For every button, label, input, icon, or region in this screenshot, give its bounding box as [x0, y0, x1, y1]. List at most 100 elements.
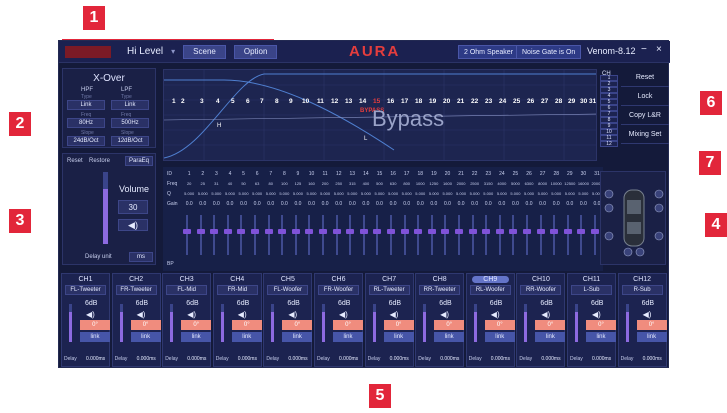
phase-button[interactable]: 0° [434, 320, 465, 330]
eq-band-label[interactable]: 18 [415, 98, 422, 105]
phase-button[interactable]: 0° [181, 320, 212, 330]
eq-q-cell[interactable]: 5.000 [237, 191, 251, 196]
eq-gain-fader[interactable] [550, 215, 559, 255]
eq-q-cell[interactable]: 5.000 [291, 191, 305, 196]
eq-q-cell[interactable]: 5.000 [495, 191, 509, 196]
channel-name[interactable]: CH4 [214, 276, 261, 283]
link-button[interactable]: link [231, 332, 262, 342]
eq-q-cell[interactable]: 5.000 [536, 191, 550, 196]
speaker-type-select[interactable]: FR-Tweeter [115, 285, 157, 295]
eq-gain-fader[interactable] [523, 215, 531, 255]
eq-gain-cell[interactable]: 0.0 [468, 201, 482, 207]
option-button[interactable]: Option [233, 44, 278, 59]
delay-value[interactable]: 0.000ms [339, 356, 358, 362]
channel-name[interactable]: CH5 [264, 276, 311, 283]
link-button[interactable]: link [383, 332, 414, 342]
speaker-mute-icon[interactable]: ◀) [288, 310, 297, 319]
lpf-marker[interactable]: L [364, 136, 367, 142]
eq-gain-fader[interactable] [387, 215, 395, 255]
eq-freq-cell[interactable]: 800 [400, 181, 414, 186]
eq-gain-cell[interactable]: 0.0 [223, 201, 237, 207]
channel-name[interactable]: CH6 [315, 276, 362, 283]
eq-band-label[interactable]: 23 [485, 98, 492, 105]
speaker-mute-icon[interactable]: ◀) [118, 219, 148, 231]
eq-gain-fader[interactable] [482, 215, 491, 255]
noise-gate-button[interactable]: Noise Gate is On [516, 45, 582, 59]
chevron-down-icon[interactable]: ▾ [171, 47, 175, 56]
eq-q-cell[interactable]: 5.000 [210, 191, 224, 196]
channel-name[interactable]: CH8 [416, 276, 463, 283]
eq-band-label[interactable]: 10 [302, 98, 309, 105]
delay-value[interactable]: 0.000ms [541, 356, 560, 362]
phase-button[interactable]: 0° [130, 320, 161, 330]
phase-button[interactable]: 0° [535, 320, 566, 330]
delay-value[interactable]: 0.000ms [440, 356, 459, 362]
speaker-mute-icon[interactable]: ◀) [592, 310, 601, 319]
eq-gain-fader[interactable] [210, 215, 219, 255]
channel-gain-slider[interactable] [372, 304, 376, 342]
phase-button[interactable]: 0° [231, 320, 262, 330]
volume-value[interactable]: 30 [118, 200, 148, 214]
eq-q-cell[interactable]: 5.000 [481, 191, 495, 196]
eq-freq-cell[interactable]: 500 [373, 181, 387, 186]
speaker-type-select[interactable]: R-Sub [621, 285, 663, 295]
eq-gain-cell[interactable]: 0.0 [563, 201, 577, 207]
delay-value[interactable]: 0.000ms [643, 356, 662, 362]
phase-button[interactable]: 0° [586, 320, 616, 330]
delay-value[interactable]: 0.000ms [137, 356, 156, 362]
speaker-type-select[interactable]: RL-Tweeter [368, 285, 410, 295]
eq-freq-cell[interactable]: 160 [305, 181, 319, 186]
reset-button[interactable]: Reset [621, 69, 669, 87]
eq-gain-cell[interactable]: 0.0 [413, 201, 427, 207]
speaker-mute-icon[interactable]: ◀) [491, 310, 500, 319]
eq-freq-cell[interactable]: 400 [359, 181, 373, 186]
minimize-icon[interactable]: − [641, 44, 647, 55]
phase-button[interactable]: 0° [484, 320, 515, 330]
eq-band-label[interactable]: 24 [499, 98, 506, 105]
eq-gain-cell[interactable]: 0.0 [495, 201, 509, 207]
eq-gain-cell[interactable]: 0.0 [250, 201, 264, 207]
close-icon[interactable]: × [656, 44, 662, 55]
eq-q-cell[interactable]: 5.000 [373, 191, 387, 196]
eq-band-label[interactable]: 1 [172, 98, 176, 105]
eq-q-cell[interactable]: 5.000 [509, 191, 523, 196]
eq-band-label[interactable]: 14 [359, 98, 366, 105]
phase-button[interactable]: 0° [636, 320, 667, 330]
eq-band-label[interactable]: 7 [260, 98, 264, 105]
eq-freq-cell[interactable]: 125 [291, 181, 305, 186]
lpf-type-select[interactable]: Link [111, 100, 149, 110]
eq-gain-fader[interactable] [414, 215, 423, 255]
delay-value[interactable]: 0.000ms [187, 356, 206, 362]
delay-value[interactable]: 0.000ms [491, 356, 510, 362]
eq-gain-fader[interactable] [441, 215, 450, 255]
speaker-mute-icon[interactable]: ◀) [643, 310, 652, 319]
link-button[interactable]: link [181, 332, 212, 342]
eq-band-label[interactable]: 28 [555, 98, 562, 105]
phase-button[interactable]: 0° [282, 320, 313, 330]
eq-band-label[interactable]: 13 [345, 98, 352, 105]
eq-gain-fader[interactable] [305, 215, 314, 255]
eq-gain-cell[interactable]: 0.0 [332, 201, 346, 207]
eq-freq-cell[interactable]: 100 [278, 181, 292, 186]
eq-q-cell[interactable]: 5.000 [427, 191, 441, 196]
speaker-type-select[interactable]: FL-Mid [166, 285, 208, 295]
eq-freq-cell[interactable]: 10000 [549, 181, 563, 186]
eq-gain-fader[interactable] [319, 215, 327, 255]
channel-name[interactable]: CH3 [163, 276, 210, 283]
eq-freq-cell[interactable]: 3150 [481, 181, 495, 186]
eq-q-cell[interactable]: 5.000 [196, 191, 210, 196]
eq-gain-cell[interactable]: 0.0 [577, 201, 591, 207]
eq-freq-cell[interactable]: 16000 [577, 181, 591, 186]
phase-button[interactable]: 0° [383, 320, 414, 330]
eq-band-label[interactable]: 15 [373, 98, 380, 105]
eq-q-cell[interactable]: 5.000 [305, 191, 319, 196]
reset-eq-button[interactable]: Reset [67, 158, 83, 164]
eq-gain-fader[interactable] [291, 215, 300, 255]
link-button[interactable]: link [636, 332, 667, 342]
eq-gain-fader[interactable] [332, 215, 341, 255]
delay-value[interactable]: 0.000ms [390, 356, 409, 362]
eq-mode-select[interactable]: ParaEq [125, 156, 153, 166]
eq-freq-cell[interactable]: 20 [182, 181, 196, 186]
eq-gain-fader[interactable] [591, 215, 599, 255]
eq-gain-fader[interactable] [455, 215, 463, 255]
